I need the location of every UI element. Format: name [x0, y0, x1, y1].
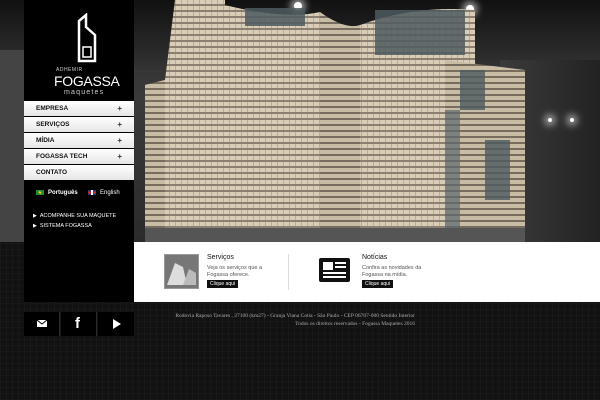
social-bar: f	[24, 312, 134, 336]
building-model	[145, 0, 525, 242]
facebook-icon: f	[75, 315, 80, 332]
side-link-label: SISTEMA FOGASSA	[39, 223, 92, 229]
footer-address: Rodovia Raposo Tavares , 27100 (km27) - …	[175, 313, 415, 319]
side-link-label: ACOMPANHE SUA MAQUETE	[39, 213, 117, 219]
language-english[interactable]: English	[88, 189, 120, 197]
link-acompanhe-sua-maquete[interactable]: ▶ ACOMPANHE SUA MAQUETE	[33, 211, 116, 221]
language-label: Português	[48, 190, 78, 196]
feature-description: Confira as novidades da Fogassa na mídia…	[362, 265, 422, 278]
feature-news: Notícias Confira as novidades da Fogassa…	[289, 242, 600, 302]
menu-item-empresa[interactable]: EMPRESA +	[24, 101, 134, 116]
menu-item-midia[interactable]: MÍDIA +	[24, 133, 134, 148]
email-button[interactable]	[24, 312, 60, 336]
menu-item-label: EMPRESA	[36, 105, 69, 112]
feature-title: Notícias	[362, 254, 388, 261]
menu-item-label: MÍDIA	[36, 137, 55, 144]
language-selector: Português English	[36, 189, 134, 199]
site-logo[interactable]: ADHEMIR FOGASSA maquetes	[24, 10, 134, 96]
language-portuguese[interactable]: Português	[36, 189, 78, 197]
plus-icon: +	[117, 152, 122, 161]
triangle-right-icon: ▶	[33, 213, 37, 219]
logo-building-icon	[77, 13, 97, 63]
link-sistema-fogassa[interactable]: ▶ SISTEMA FOGASSA	[33, 221, 116, 231]
plus-icon: +	[117, 120, 122, 129]
news-click-button[interactable]: Clique aqui	[362, 280, 394, 288]
email-icon	[37, 320, 47, 327]
features-strip: Serviços Veja os serviços que a Fogassa …	[134, 242, 600, 302]
main-menu: EMPRESA + SERVIÇOS + MÍDIA + FOGASSA TEC…	[24, 101, 134, 181]
menu-item-contato[interactable]: CONTATO	[24, 165, 134, 180]
logo-subtitle: maquetes	[64, 89, 105, 96]
play-icon	[113, 319, 121, 329]
footer-copyright: Todos os direitos reservados - Fogassa M…	[295, 321, 415, 327]
feature-title: Serviços	[207, 254, 234, 261]
menu-item-servicos[interactable]: SERVIÇOS +	[24, 117, 134, 132]
logo-big-name: FOGASSA	[54, 73, 120, 89]
menu-item-label: CONTATO	[36, 169, 68, 176]
plus-icon: +	[117, 104, 122, 113]
services-thumbnail[interactable]	[164, 254, 199, 289]
side-links: ▶ ACOMPANHE SUA MAQUETE ▶ SISTEMA FOGASSA	[33, 211, 116, 231]
footer: Rodovia Raposo Tavares , 27100 (km27) - …	[160, 312, 415, 328]
ceiling-light-icon	[548, 118, 552, 122]
flag-brazil-icon	[36, 189, 44, 195]
services-click-button[interactable]: Clique aqui	[207, 280, 239, 288]
triangle-right-icon: ▶	[33, 223, 37, 229]
menu-item-label: SERVIÇOS	[36, 121, 70, 128]
menu-item-fogassa-tech[interactable]: FOGASSA TECH +	[24, 149, 134, 164]
language-label: English	[100, 190, 120, 196]
feature-services: Serviços Veja os serviços que a Fogassa …	[134, 242, 289, 302]
flag-uk-icon	[88, 189, 96, 195]
menu-item-label: FOGASSA TECH	[36, 153, 88, 160]
video-button[interactable]	[98, 312, 134, 336]
facebook-button[interactable]: f	[61, 312, 97, 336]
plus-icon: +	[117, 136, 122, 145]
building-photo-icon	[165, 255, 198, 288]
sidebar: ADHEMIR FOGASSA maquetes EMPRESA + SERVI…	[24, 0, 134, 302]
newspaper-icon[interactable]	[319, 256, 350, 284]
feature-description: Veja os serviços que a Fogassa oferece.	[207, 265, 263, 278]
ceiling-light-icon	[570, 118, 574, 122]
